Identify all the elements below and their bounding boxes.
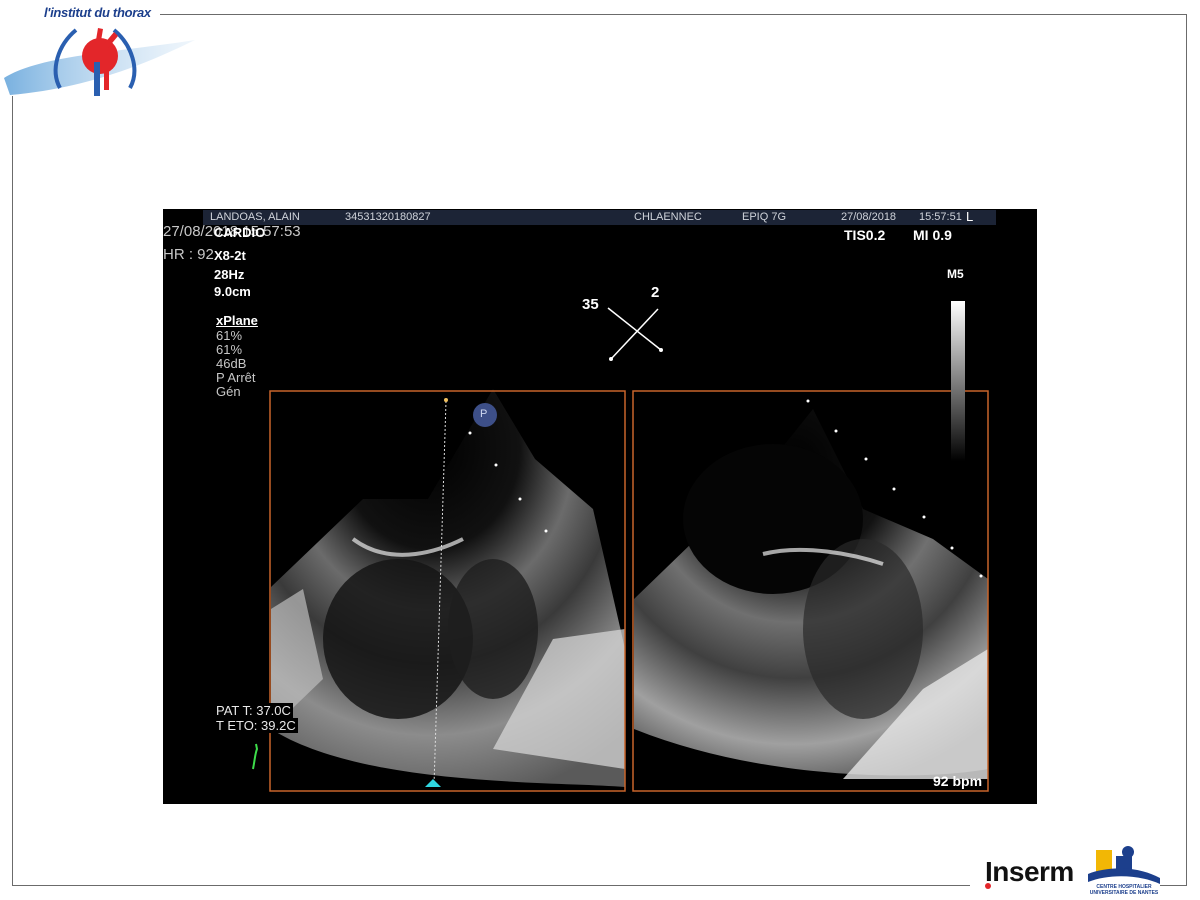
depth: 9.0cm — [214, 284, 251, 299]
header-time: 15:57:51 — [919, 211, 962, 223]
probe-temperature: T ETO: 39.2C — [214, 718, 298, 733]
patient-name: LANDOAS, ALAIN — [210, 211, 300, 223]
param-4: P Arrêt — [216, 370, 256, 385]
frame-bottom-line — [12, 885, 970, 886]
tis-value: TIS0.2 — [844, 227, 886, 243]
xplane-angle-left: 35 — [582, 296, 599, 313]
logo-title: l'institut du thorax — [44, 5, 151, 20]
param-5: Gén — [216, 384, 241, 399]
overlay-hr: HR : 92 — [163, 246, 214, 263]
frame-top-line — [160, 14, 1187, 15]
probe-label: X8-2t — [214, 248, 246, 263]
frame-left-line — [12, 96, 13, 886]
map-label: M5 — [947, 267, 964, 281]
echo-sector-views — [252, 301, 989, 792]
chu-nantes-logo — [1088, 844, 1160, 888]
param-3: 46dB — [216, 356, 247, 371]
patient-temperature: PAT T: 37.0C — [214, 703, 293, 718]
inserm-logo-dot — [985, 883, 991, 889]
header-marker: L — [966, 209, 974, 224]
grayscale-map-bar — [951, 301, 965, 461]
xplane-angle-right: 2 — [651, 284, 660, 301]
mode-label: xPlane — [216, 313, 258, 328]
mi-value: MI 0.9 — [913, 227, 952, 243]
frame-rate: 28Hz — [214, 267, 245, 282]
device-name: EPIQ 7G — [742, 211, 787, 223]
chu-nantes-text: CENTRE HOSPITALIER UNIVERSITAIRE DE NANT… — [1089, 884, 1159, 896]
ecg-trace — [252, 743, 259, 770]
param-2: 61% — [216, 342, 243, 357]
cursor-marker — [425, 779, 441, 787]
preset-label: CARDIO — [214, 225, 266, 240]
param-1: 61% — [216, 328, 243, 343]
frame-right-line — [1186, 14, 1187, 886]
header-date: 27/08/2018 — [841, 211, 897, 223]
p-badge-label: P — [480, 408, 488, 420]
heart-rate-bpm: 92 bpm — [933, 773, 983, 789]
patient-id: 34531320180827 — [345, 211, 431, 223]
echocardiogram-image: LANDOAS, ALAIN 34531320180827 CHLAENNEC … — [163, 209, 1037, 804]
site-name: CHLAENNEC — [634, 211, 702, 223]
inserm-logo: Inserm — [985, 856, 1074, 887]
